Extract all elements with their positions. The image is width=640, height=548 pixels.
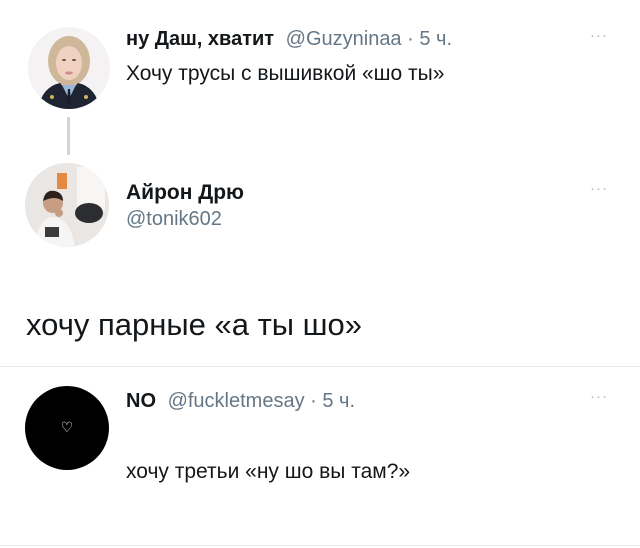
- tweet-3-text: хочу третьи «ну шо вы там?»: [126, 460, 411, 483]
- more-dots-icon[interactable]: ···: [587, 181, 611, 196]
- tweet-3-separator: ·: [310, 390, 317, 412]
- tweet-1-text: Хочу трусы с вышивкой «шо ты»: [126, 62, 445, 85]
- tweet-1-display-name[interactable]: ну Даш, хватит: [126, 28, 274, 50]
- tweet-2-text: хочу парные «а ты шо»: [26, 307, 363, 342]
- tweet-3-timestamp[interactable]: 5 ч.: [322, 390, 355, 412]
- tweet-1-header: ну Даш, хватит @Guzyninaa · 5 ч.: [126, 27, 452, 51]
- tweet-3-header: NO @fuckletmesay · 5 ч.: [126, 389, 355, 413]
- avatar-fuckletmesay[interactable]: ♡: [25, 386, 109, 470]
- heart-outline-icon: ♡: [60, 420, 74, 436]
- tweet-divider: [0, 366, 640, 367]
- avatar-photo-man-room: [25, 163, 109, 247]
- tweet-2-handle[interactable]: @tonik602: [126, 207, 222, 231]
- tweet-1-timestamp[interactable]: 5 ч.: [419, 28, 452, 50]
- more-dots-icon[interactable]: ···: [587, 28, 611, 43]
- thread-connector-line: [67, 117, 70, 155]
- tweet-1-handle[interactable]: @Guzyninaa: [286, 28, 402, 50]
- tweet-3-display-name[interactable]: NO: [126, 390, 156, 412]
- tweet-3-handle[interactable]: @fuckletmesay: [168, 390, 305, 412]
- avatar-guzyninaa[interactable]: [28, 27, 110, 109]
- tweet-2-display-name[interactable]: Айрон Дрю: [126, 180, 244, 205]
- tweet-1-separator: ·: [407, 28, 414, 50]
- avatar-tonik602[interactable]: [25, 163, 109, 247]
- more-dots-icon[interactable]: ···: [587, 389, 611, 404]
- tweet-divider: [0, 545, 640, 546]
- avatar-photo-woman-uniform: [28, 27, 110, 109]
